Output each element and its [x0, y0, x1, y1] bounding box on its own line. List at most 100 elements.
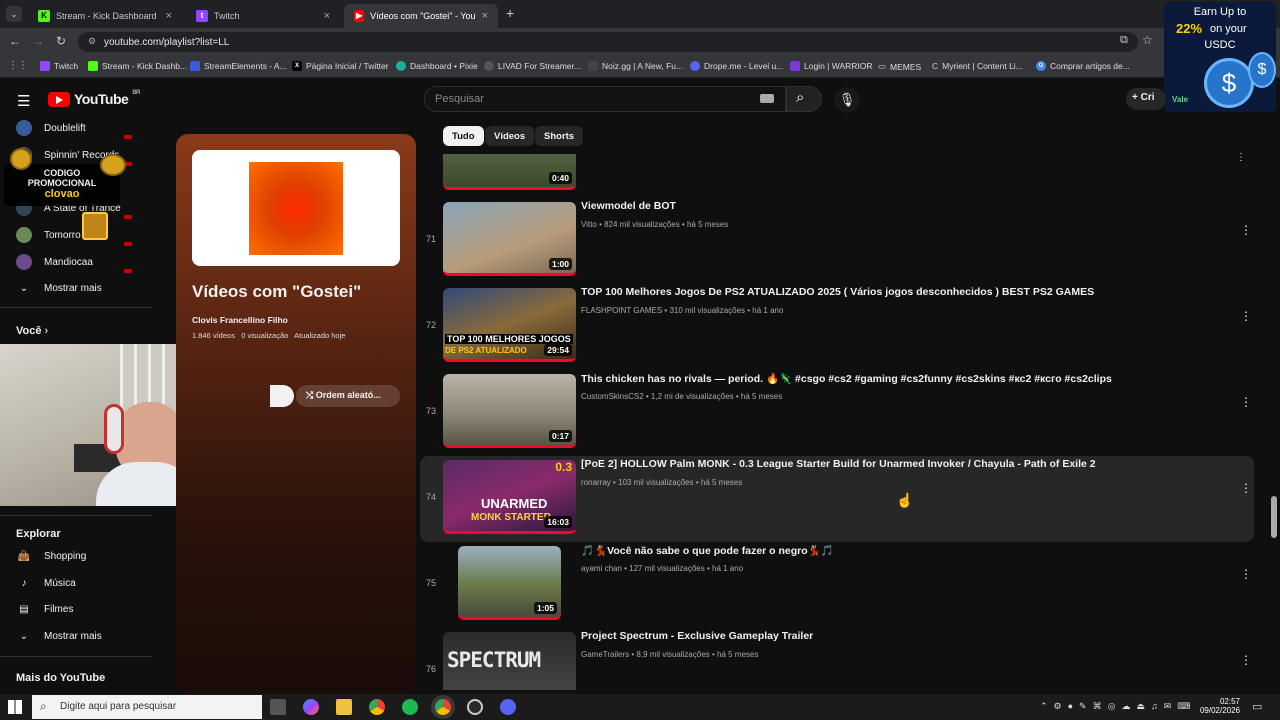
video-thumbnail[interactable]: SPECTRUM — [443, 632, 576, 690]
tab-youtube[interactable]: ▶Vídeos com "Gostei" - YouTube× — [344, 4, 498, 28]
more-actions-icon[interactable]: ⋮ — [1240, 482, 1252, 494]
bookmark-compras[interactable]: G Comprar artigos de... — [1036, 61, 1130, 71]
site-info-icon[interactable]: ⚙ — [88, 36, 96, 47]
chip-all[interactable]: Tudo — [443, 126, 484, 146]
playlist-row[interactable]: 71 1:00 Viewmodel de BOT Vitto • 824 mil… — [420, 198, 1254, 284]
apps-grid-icon[interactable]: ⋮⋮ — [8, 60, 28, 71]
bookmark-noiz[interactable]: Noiz.gg | A New, Fu... — [588, 61, 683, 71]
video-title[interactable]: 🎵💃Você não sabe o que pode fazer o negro… — [581, 544, 834, 557]
tab-kick[interactable]: K Stream - Kick Dashboard × — [28, 4, 182, 28]
taskbar-search-input[interactable]: Digite aqui para pesquisar — [32, 695, 262, 719]
bookmark-kick[interactable]: Stream - Kick Dashb... — [88, 61, 187, 71]
chrome-icon[interactable] — [369, 699, 385, 715]
video-thumbnail[interactable]: 0.3 UNARMED MONK STARTER 16:03 — [443, 460, 576, 534]
forward-icon[interactable]: → — [32, 34, 44, 48]
new-tab-button[interactable]: + — [506, 5, 514, 21]
playlist-cover[interactable] — [192, 150, 400, 266]
task-view-icon[interactable] — [270, 699, 286, 715]
explore-movies[interactable]: ▤ Filmes — [16, 599, 73, 619]
chip-videos[interactable]: Vídeos — [485, 126, 535, 146]
playlist-row[interactable]: 76 SPECTRUM Project Spectrum - Exclusive… — [420, 628, 1254, 690]
tab-twitch[interactable]: t Twitch × — [186, 4, 340, 28]
windows-start-icon[interactable] — [8, 700, 22, 714]
discord-icon[interactable] — [500, 699, 516, 715]
more-actions-icon[interactable]: ⋮ — [1240, 396, 1252, 408]
tab-search-button[interactable]: ⌄ — [6, 6, 22, 22]
streamelements-icon — [190, 61, 200, 71]
bookmark-drope[interactable]: Drope.me - Level u... — [690, 61, 783, 71]
obs-icon[interactable] — [467, 699, 483, 715]
bookmark-streamelements[interactable]: StreamElements - A... — [190, 61, 287, 71]
video-title[interactable]: TOP 100 Melhores Jogos De PS2 ATUALIZADO… — [581, 286, 1094, 298]
show-more-explore[interactable]: ⌄ Mostrar mais — [16, 626, 102, 646]
live-indicator — [124, 260, 132, 278]
search-button[interactable]: ⌕ — [786, 86, 822, 112]
spotify-icon[interactable] — [402, 699, 418, 715]
menu-icon[interactable]: ☰ — [17, 92, 30, 110]
back-icon[interactable]: ← — [9, 34, 21, 48]
video-title[interactable]: [PoE 2] HOLLOW Palm MONK - 0.3 League St… — [581, 458, 1096, 470]
playlist-row-hovered[interactable]: 74 0.3 UNARMED MONK STARTER 16:03 [PoE 2… — [420, 456, 1254, 542]
keyboard-icon[interactable] — [760, 94, 774, 103]
livad-icon — [484, 61, 494, 71]
you-section-link[interactable]: Você › — [16, 325, 48, 337]
playlist-row[interactable]: 72 TOP 100 MELHORES JOGOS DE PS2 ATUALIZ… — [420, 284, 1254, 370]
playlist-row[interactable]: 73 0:17 This chicken has no rivals — per… — [420, 370, 1254, 456]
bookmark-livad[interactable]: LIVAD For Streamer... — [484, 61, 581, 71]
file-explorer-icon[interactable] — [336, 699, 352, 715]
more-actions-icon[interactable]: ⋮ — [1240, 224, 1252, 236]
explore-shopping[interactable]: 👜 Shopping — [16, 546, 87, 566]
voice-search-button[interactable]: 🎙 — [834, 87, 860, 113]
shuffle-icon: ⤭ — [306, 390, 316, 400]
youtube-logo[interactable]: YouTube BR — [48, 90, 140, 107]
explore-music[interactable]: ♪ Música — [16, 573, 76, 593]
clock[interactable]: 02:57 09/02/2026 — [1196, 697, 1240, 715]
cast-icon[interactable]: ⧉ — [1120, 34, 1128, 47]
bookmark-twitch[interactable]: Twitch — [40, 61, 78, 71]
copilot-icon[interactable] — [303, 699, 319, 715]
create-button[interactable]: + Cri — [1126, 88, 1166, 110]
notifications-icon[interactable]: ▭ — [1252, 700, 1262, 713]
play-all-button[interactable] — [270, 385, 294, 407]
close-icon[interactable]: × — [324, 10, 330, 22]
show-more-subscriptions[interactable]: ⌄ Mostrar mais — [16, 278, 102, 298]
close-icon[interactable]: × — [166, 10, 172, 22]
video-thumbnail[interactable]: TOP 100 MELHORES JOGOS DE PS2 ATUALIZADO… — [443, 288, 576, 362]
live-indicator — [124, 126, 132, 144]
playlist-row[interactable]: 75 1:05 🎵💃Você não sabe o que pode fazer… — [420, 542, 1254, 628]
bookmark-twitter[interactable]: X Página Inicial / Twitter — [292, 61, 389, 71]
video-thumbnail[interactable]: 0:17 — [443, 374, 576, 448]
video-title[interactable]: Project Spectrum - Exclusive Gameplay Tr… — [581, 630, 813, 642]
subscription-doublelift[interactable]: Doublelift — [16, 118, 86, 138]
bookmark-warrior[interactable]: Login | WARRIOR — [790, 61, 873, 71]
subscription-tomorro[interactable]: Tomorro — [16, 225, 81, 245]
close-icon[interactable]: × — [482, 10, 488, 22]
twitch-icon — [40, 61, 50, 71]
subscription-mandiocaa[interactable]: Mandiocaa — [16, 252, 93, 272]
chip-shorts[interactable]: Shorts — [535, 126, 584, 146]
ad-cta[interactable]: Vale — [1172, 95, 1188, 104]
shuffle-button[interactable]: ⤭ Ordem aleató... — [296, 385, 400, 407]
system-tray-icons[interactable]: ⌃⚙●✎⌘◎☁⏏♫✉⌨ — [1040, 701, 1196, 712]
video-title[interactable]: This chicken has no rivals — period. 🔥🦎 … — [581, 372, 1112, 385]
video-title[interactable]: Viewmodel de BOT — [581, 200, 676, 212]
address-bar[interactable]: youtube.com/playlist?list=LL — [78, 32, 1138, 52]
gold-coin-icon — [100, 154, 126, 176]
video-thumbnail[interactable]: 0:40 — [443, 154, 576, 190]
reload-icon[interactable]: ↻ — [56, 34, 66, 48]
bookmark-star-icon[interactable]: ☆ — [1142, 33, 1153, 47]
search-input[interactable]: Pesquisar — [424, 86, 786, 112]
chrome-active-icon[interactable] — [435, 699, 451, 715]
more-actions-icon[interactable]: ⋮ — [1240, 568, 1252, 580]
video-thumbnail[interactable]: 1:00 — [443, 202, 576, 276]
bookmark-folder-memes[interactable]: ▭ MEMES — [878, 61, 921, 72]
playlist-owner[interactable]: Clovis Francellino Filho — [192, 315, 288, 325]
more-actions-icon[interactable]: ⋮ — [1236, 152, 1246, 163]
bookmark-pixie[interactable]: Dashboard • Pixie — [396, 61, 478, 71]
more-actions-icon[interactable]: ⋮ — [1240, 310, 1252, 322]
usdc-coin-icon: $ — [1248, 52, 1276, 88]
video-thumbnail[interactable]: 1:05 — [458, 546, 561, 620]
more-actions-icon[interactable]: ⋮ — [1240, 654, 1252, 666]
bookmark-myrient[interactable]: C Myrient | Content Li... — [932, 61, 1023, 71]
scrollbar-thumb[interactable] — [1271, 496, 1277, 538]
